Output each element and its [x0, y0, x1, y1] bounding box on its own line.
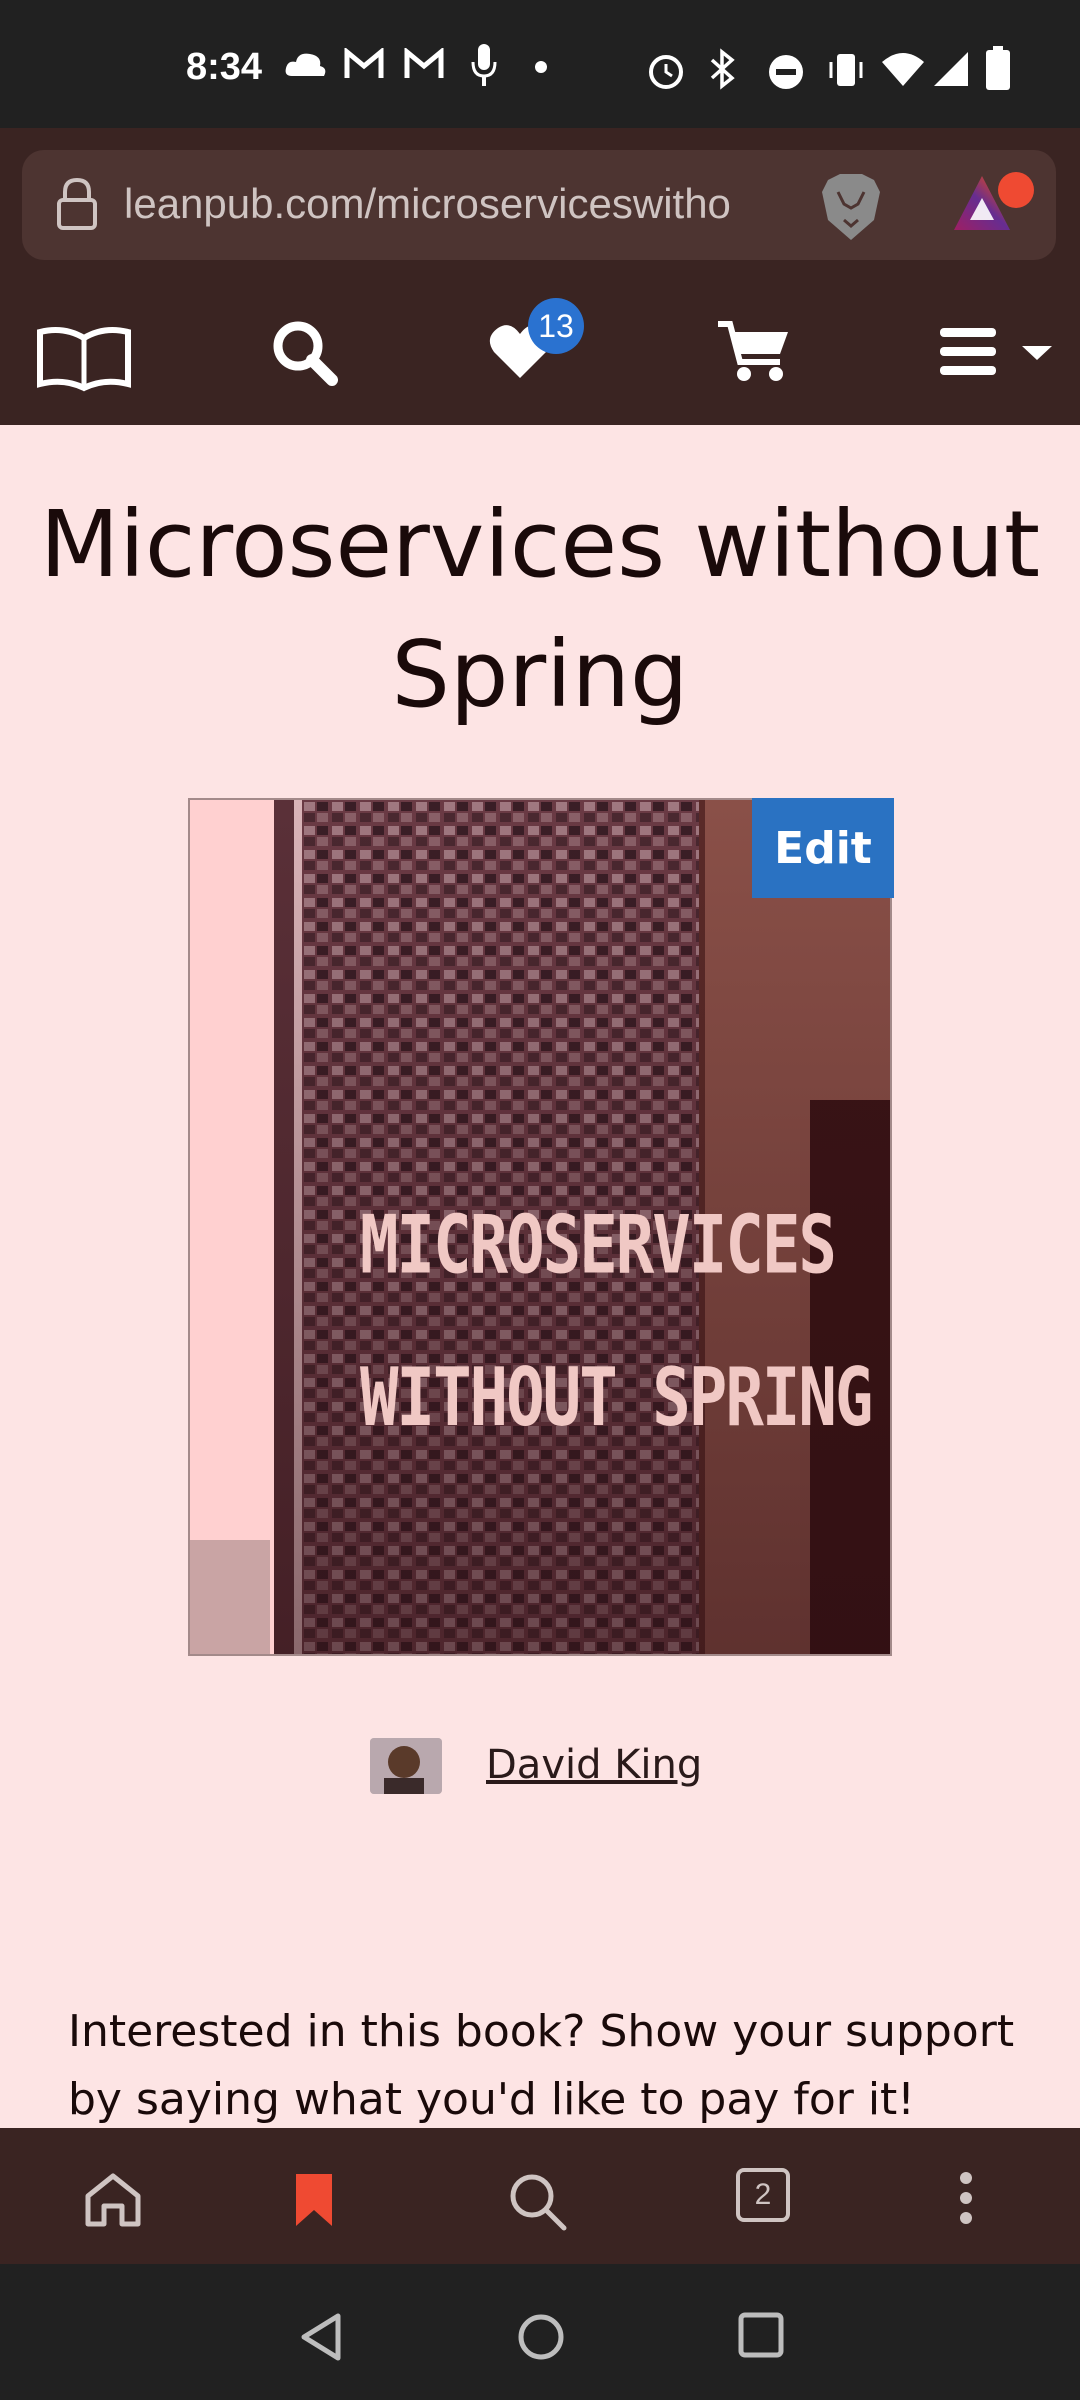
status-bar: 8:34	[0, 0, 1080, 128]
support-prompt: Interested in this book? Show your suppo…	[68, 2006, 1015, 2125]
menu-icon[interactable]	[938, 326, 1058, 378]
status-time: 8:34	[186, 46, 263, 88]
edit-button[interactable]: Edit	[752, 798, 894, 898]
browser-toolbar: leanpub.com/microserviceswitho	[0, 128, 1080, 280]
cart-icon[interactable]	[716, 318, 792, 384]
bookmark-icon[interactable]	[294, 2172, 334, 2228]
system-nav-bar	[0, 2264, 1080, 2400]
cover-title: MICROSERVICES WITHOUT SPRING	[360, 1170, 873, 1475]
address-bar[interactable]: leanpub.com/microserviceswitho	[22, 150, 1056, 260]
url-text[interactable]: leanpub.com/microserviceswitho	[124, 180, 814, 228]
lock-icon	[57, 177, 97, 230]
dnd-icon	[769, 55, 803, 89]
cover-title-line1: MICROSERVICES	[360, 1200, 837, 1293]
tab-count: 2	[754, 2178, 772, 2211]
browser-bottom-bar: 2	[0, 2128, 1080, 2264]
page-title: Microservices without Spring	[39, 491, 1041, 728]
gmail-icon	[344, 48, 384, 78]
vibrate-icon	[829, 54, 863, 86]
cloud-icon	[285, 53, 326, 76]
back-icon[interactable]	[298, 2312, 344, 2362]
author-name-link[interactable]: David King	[486, 1742, 702, 1788]
author-avatar[interactable]	[370, 1738, 442, 1794]
gmail-icon	[404, 48, 444, 78]
alarm-icon	[649, 55, 683, 89]
cover-title-line2: WITHOUT SPRING	[360, 1352, 873, 1446]
home-nav-icon[interactable]	[516, 2312, 566, 2362]
bluetooth-icon	[710, 48, 735, 90]
home-icon[interactable]	[84, 2172, 142, 2228]
wishlist-count-badge: 13	[528, 298, 584, 354]
wifi-icon	[882, 53, 924, 86]
brave-lion-icon[interactable]	[818, 172, 884, 242]
recents-icon[interactable]	[738, 2312, 784, 2358]
battery-icon	[986, 46, 1010, 90]
more-icon[interactable]	[954, 2170, 978, 2226]
search-icon[interactable]	[270, 318, 340, 388]
signal-icon	[934, 52, 968, 86]
tabs-icon[interactable]: 2	[736, 2168, 790, 2222]
book-icon[interactable]	[34, 324, 134, 394]
dot-icon	[535, 61, 547, 73]
search-icon[interactable]	[508, 2172, 568, 2232]
author-photo	[370, 1738, 442, 1794]
brave-rewards-icon[interactable]	[952, 168, 1038, 248]
mic-icon	[471, 44, 497, 86]
